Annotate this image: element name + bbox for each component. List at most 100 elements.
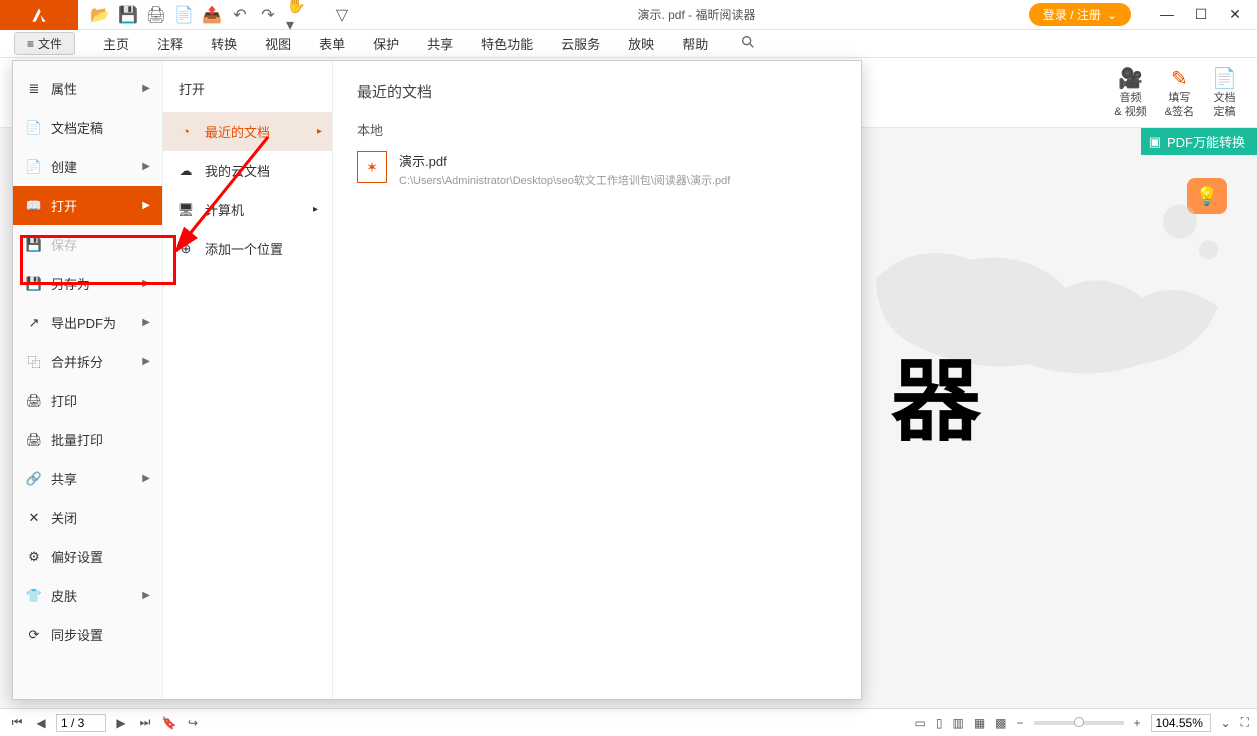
menu-item-label: 导出PDF为 [51,313,142,332]
redo-icon[interactable]: ↷ [260,7,276,23]
chevron-right-icon: ▶ [142,317,150,328]
convert-icon: ▣ [1149,134,1161,150]
layout-grid-icon[interactable]: ▩ [995,716,1006,730]
zoom-dropdown-icon[interactable]: ⌄ [1221,716,1231,730]
zoom-thumb[interactable] [1074,717,1084,727]
pdf-convert-banner[interactable]: ▣ PDF万能转换 [1141,128,1257,155]
group-audio-video[interactable]: 🎥 音频 & 视频 [1114,66,1146,118]
quick-access-toolbar: 📂 💾 🖨 📄 📤 ↶ ↷ ✋▾ ▽ [78,7,364,23]
tab-cloud[interactable]: 云服务 [561,34,600,53]
layout-continuous-icon[interactable]: ▯ [936,716,943,730]
open-source-计算机[interactable]: 🖥计算机▸ [163,190,332,229]
menu-item-label: 文档定稿 [51,118,150,137]
status-bar: ⏮ ◀ ▶ ⏭ 🔖 ↪ ▭ ▯ ▥ ▦ ▩ − + ⌄ ⛶ [0,708,1257,736]
maximize-button[interactable]: ☐ [1193,6,1209,23]
fullscreen-icon[interactable]: ⛶ [1241,715,1249,730]
tab-help[interactable]: 帮助 [682,34,708,53]
chevron-right-icon: ▶ [142,200,150,211]
hand-icon[interactable]: ✋▾ [288,7,304,23]
source-label: 计算机 [205,200,244,219]
file-tab-button[interactable]: ≡ 文件 [14,32,75,55]
undo-icon[interactable]: ↶ [232,7,248,23]
file-menu-item-文档定稿[interactable]: 📄 文档定稿 [13,108,162,147]
tab-share[interactable]: 共享 [427,34,453,53]
recent-file-item[interactable]: ✶ 演示.pdf C:\Users\Administrator\Desktop\… [357,151,837,188]
export-icon[interactable]: 📤 [204,7,220,23]
menu-item-icon: 💾 [25,276,43,292]
tab-convert[interactable]: 转换 [211,34,237,53]
file-menu-item-属性[interactable]: ≣属性▶ [13,69,162,108]
menu-item-label: 偏好设置 [51,547,150,566]
menu-item-icon: ⿻ [25,352,43,371]
tab-home[interactable]: 主页 [103,34,129,53]
menu-item-icon: ↗ [25,315,43,331]
file-menu-item-合并拆分[interactable]: ⿻合并拆分▶ [13,342,162,381]
zoom-in-button[interactable]: + [1134,716,1141,730]
prev-page-button[interactable]: ◀ [32,716,50,730]
file-menu-item-共享[interactable]: 🔗共享▶ [13,459,162,498]
menu-item-label: 关闭 [51,508,150,527]
new-icon[interactable]: 📄 [176,7,192,23]
source-icon: ◔ [177,124,195,139]
menu-item-label: 皮肤 [51,586,142,605]
group-draft[interactable]: 📄 文档 定稿 [1212,66,1237,118]
jump-icon[interactable]: ↪ [184,716,202,730]
open-header: 打开 [163,79,332,112]
more-icon[interactable]: ▽ [334,7,350,23]
menu-item-label: 打开 [51,196,142,215]
recent-section-local: 本地 [357,120,837,139]
save-icon[interactable]: 💾 [120,7,136,23]
file-menu-item-同步设置[interactable]: ⟳同步设置 [13,615,162,654]
layout-cont-facing-icon[interactable]: ▦ [974,716,985,730]
layout-facing-icon[interactable]: ▥ [952,716,963,730]
recent-title: 最近的文档 [357,81,837,102]
page-number-input[interactable] [56,714,106,732]
menu-item-label: 保存 [51,235,150,254]
next-page-button[interactable]: ▶ [112,716,130,730]
last-page-button[interactable]: ⏭ [136,715,154,730]
search-icon[interactable] [740,34,756,53]
print-icon[interactable]: 🖨 [148,7,164,23]
tab-features[interactable]: 特色功能 [481,34,533,53]
file-menu-item-保存: 💾保存 [13,225,162,264]
file-menu-item-批量打印[interactable]: 🖨批量打印 [13,420,162,459]
open-source-我的云文档[interactable]: ☁我的云文档 [163,151,332,190]
file-menu-item-打开[interactable]: 📖 打开▶ [13,186,162,225]
file-menu-detail: 最近的文档 本地 ✶ 演示.pdf C:\Users\Administrator… [333,61,861,699]
layout-single-icon[interactable]: ▭ [915,716,926,730]
source-icon: 🖥 [177,202,195,218]
file-menu-item-皮肤[interactable]: 👕皮肤▶ [13,576,162,615]
tab-protect[interactable]: 保护 [373,34,399,53]
file-menu-item-偏好设置[interactable]: ⚙偏好设置 [13,537,162,576]
chevron-right-icon: ▶ [142,83,150,94]
chevron-right-icon: ▶ [142,161,150,172]
tab-annotate[interactable]: 注释 [157,34,183,53]
page-nav: ⏮ ◀ ▶ ⏭ 🔖 ↪ [8,714,202,732]
open-source-最近的文档[interactable]: ◔最近的文档 [163,112,332,151]
minimize-button[interactable]: — [1159,6,1175,23]
first-page-button[interactable]: ⏮ [8,715,26,730]
menu-item-icon: 📄 [25,120,43,136]
zoom-out-button[interactable]: − [1017,716,1024,730]
chevron-right-icon: ▶ [142,473,150,484]
open-icon[interactable]: 📂 [92,7,108,23]
menu-item-icon: 📖 [25,198,43,214]
menu-item-icon: ≣ [25,81,43,97]
file-menu-item-导出PDF为[interactable]: ↗ 导出PDF为▶ [13,303,162,342]
file-menu-item-创建[interactable]: 📄创建▶ [13,147,162,186]
zoom-slider[interactable] [1034,721,1124,725]
group-fill-sign[interactable]: ✎ 填写 &签名 [1165,66,1194,118]
tab-form[interactable]: 表单 [319,34,345,53]
file-menu-secondary: 打开 ◔最近的文档☁我的云文档🖥计算机▸⊕添加一个位置 [163,61,333,699]
source-icon: ⊕ [177,241,195,257]
open-source-添加一个位置[interactable]: ⊕添加一个位置 [163,229,332,268]
close-button[interactable]: ✕ [1227,6,1243,23]
tab-view[interactable]: 视图 [265,34,291,53]
login-button[interactable]: 登录 / 注册 ⌄ [1029,3,1131,26]
file-menu-item-关闭[interactable]: ✕关闭 [13,498,162,537]
file-menu-item-另存为[interactable]: 💾另存为▶ [13,264,162,303]
zoom-input[interactable] [1151,714,1211,732]
file-menu-item-打印[interactable]: 🖨打印 [13,381,162,420]
bookmark-icon[interactable]: 🔖 [160,716,178,730]
tab-play[interactable]: 放映 [628,34,654,53]
